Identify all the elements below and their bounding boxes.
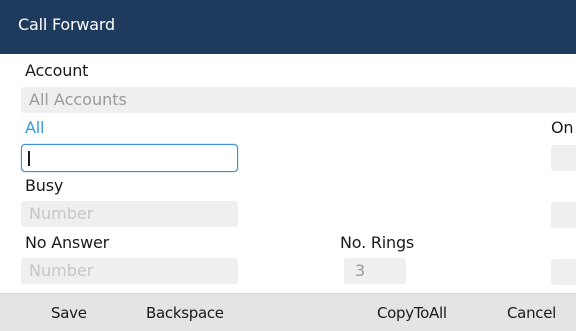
account-select[interactable]: All Accounts: [21, 87, 576, 113]
backspace-button[interactable]: Backspace: [146, 304, 224, 322]
no-answer-number-input[interactable]: Number: [21, 258, 238, 284]
softkey-bar: Save Backspace CopyToAll Cancel: [0, 293, 576, 331]
account-label: Account: [25, 61, 89, 80]
all-label: All: [25, 118, 45, 137]
busy-label: Busy: [25, 176, 64, 195]
busy-toggle[interactable]: [551, 202, 576, 228]
account-value: All Accounts: [29, 90, 127, 109]
page-title: Call Forward: [18, 15, 115, 34]
all-toggle[interactable]: [551, 145, 576, 171]
copy-to-all-button[interactable]: CopyToAll: [377, 304, 447, 322]
busy-number-input[interactable]: Number: [21, 201, 238, 227]
all-number-input[interactable]: [21, 144, 238, 172]
save-button[interactable]: Save: [51, 304, 87, 322]
no-rings-label: No. Rings: [340, 233, 415, 252]
call-forward-screen: Call Forward Account All Accounts All On…: [0, 0, 576, 331]
busy-placeholder: Number: [29, 204, 94, 223]
title-bar: Call Forward: [0, 0, 576, 54]
no-rings-select[interactable]: 3: [344, 258, 406, 284]
cancel-button[interactable]: Cancel: [507, 304, 556, 322]
no-answer-label: No Answer: [25, 233, 109, 252]
no-answer-toggle[interactable]: [551, 259, 576, 285]
text-caret: [28, 151, 30, 166]
all-state-label: On: [551, 118, 574, 137]
no-answer-placeholder: Number: [29, 261, 94, 280]
no-rings-value: 3: [355, 261, 366, 280]
